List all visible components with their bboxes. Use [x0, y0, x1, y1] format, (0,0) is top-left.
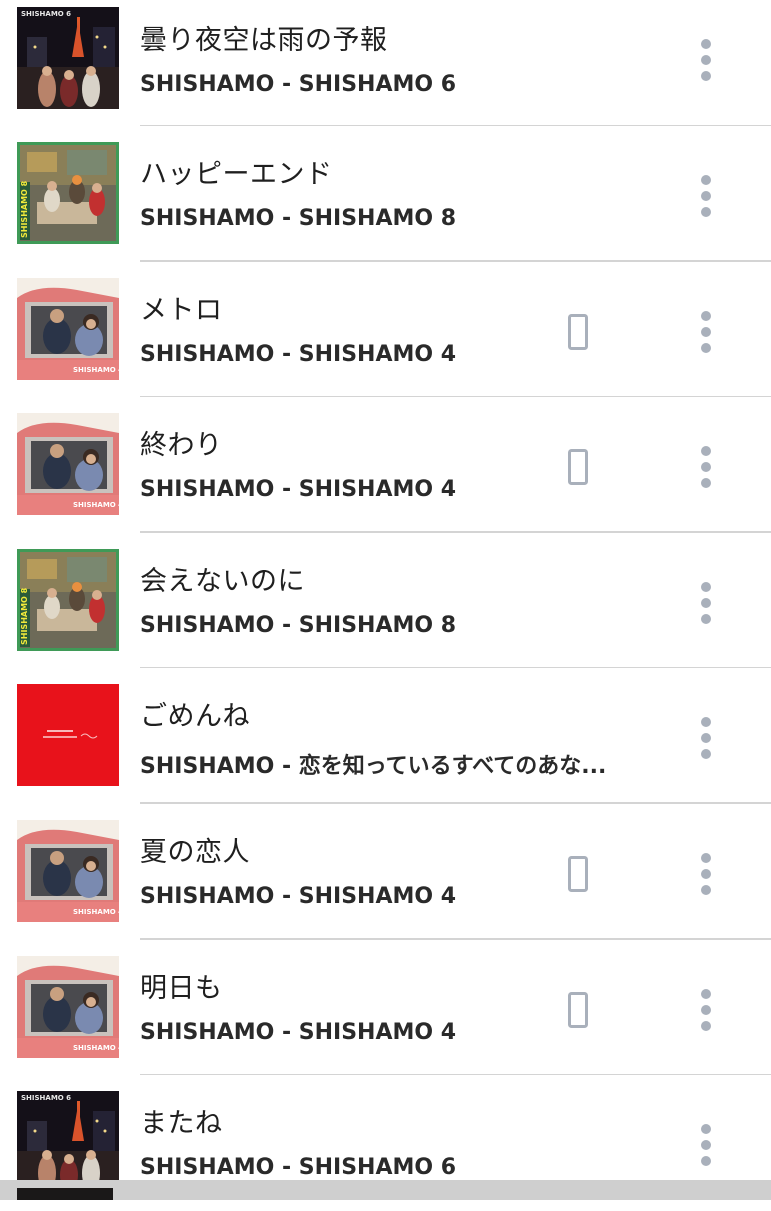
album-art: SHISHAMO 6 — [17, 1091, 119, 1194]
song-row[interactable]: SHISHAMO 4 メトロ SHISHAMO - SHISHAMO 4 — [0, 262, 771, 398]
song-subtitle: SHISHAMO - SHISHAMO 6 — [140, 1155, 457, 1181]
smartphone-icon — [568, 855, 588, 892]
album-art: SHISHAMO 4 — [17, 277, 119, 380]
more-vert-icon[interactable] — [690, 573, 722, 633]
more-vert-icon[interactable] — [690, 302, 722, 362]
more-vert-icon[interactable] — [690, 30, 722, 90]
album-art: SHISHAMO 8 — [17, 548, 119, 651]
svg-text:SHISHAMO 6: SHISHAMO 6 — [21, 1094, 71, 1102]
album-art: SHISHAMO 4 — [17, 413, 119, 516]
song-title: メトロ — [140, 294, 223, 326]
more-vert-icon[interactable] — [690, 708, 722, 768]
album-art: SHISHAMO 4 — [17, 955, 119, 1058]
album-art: SHISHAMO 6 — [17, 7, 119, 109]
song-subtitle: SHISHAMO - SHISHAMO 4 — [140, 477, 457, 503]
more-vert-icon[interactable] — [690, 844, 722, 904]
svg-text:SHISHAMO 4: SHISHAMO 4 — [73, 908, 119, 916]
song-subtitle: SHISHAMO - SHISHAMO 6 — [140, 72, 457, 97]
song-row[interactable]: ごめんね SHISHAMO - 恋を知っているすべてのあな... — [0, 668, 771, 804]
smartphone-icon — [568, 313, 588, 350]
song-row[interactable]: SHISHAMO 4 夏の恋人 SHISHAMO - SHISHAMO 4 — [0, 804, 771, 940]
song-row[interactable]: SHISHAMO 8 ハッピーエンド SHISHAMO - SHISHAMO 8 — [0, 126, 771, 262]
song-title: ごめんね — [140, 701, 250, 733]
smartphone-icon — [568, 449, 588, 486]
song-title: 夏の恋人 — [140, 836, 250, 868]
song-row[interactable]: SHISHAMO 8 会えないのに SHISHAMO - SHISHAMO 8 — [0, 533, 771, 669]
album-art: SHISHAMO 8 — [17, 142, 119, 244]
album-art: SHISHAMO 4 — [17, 819, 119, 922]
album-art — [17, 684, 119, 787]
smartphone-icon — [568, 991, 588, 1028]
song-title: 曇り夜空は雨の予報 — [140, 25, 388, 56]
svg-text:SHISHAMO 8: SHISHAMO 8 — [20, 587, 29, 645]
song-row[interactable]: SHISHAMO 4 明日も SHISHAMO - SHISHAMO 4 — [0, 940, 771, 1076]
song-subtitle: SHISHAMO - SHISHAMO 4 — [140, 1019, 457, 1045]
svg-text:SHISHAMO 4: SHISHAMO 4 — [73, 366, 119, 374]
song-row[interactable]: SHISHAMO 6 曇り夜空は雨の予報 SHISHAMO - SHISHAMO… — [0, 0, 771, 126]
song-title: ハッピーエンド — [140, 159, 333, 190]
svg-text:SHISHAMO 4: SHISHAMO 4 — [73, 501, 119, 509]
song-title: またね — [140, 1108, 223, 1140]
svg-text:SHISHAMO 6: SHISHAMO 6 — [21, 10, 71, 18]
more-vert-icon[interactable] — [690, 166, 722, 226]
mini-player-bar[interactable] — [0, 1180, 771, 1200]
svg-text:SHISHAMO 8: SHISHAMO 8 — [20, 180, 29, 238]
song-list: SHISHAMO 6 曇り夜空は雨の予報 SHISHAMO - SHISHAMO… — [0, 0, 771, 1211]
song-row[interactable]: SHISHAMO 4 終わり SHISHAMO - SHISHAMO 4 — [0, 397, 771, 533]
more-vert-icon[interactable] — [690, 980, 722, 1040]
song-title: 明日も — [140, 972, 223, 1004]
mini-player-album-art — [17, 1188, 113, 1200]
song-subtitle: SHISHAMO - 恋を知っているすべてのあな... — [140, 754, 607, 780]
song-subtitle: SHISHAMO - SHISHAMO 4 — [140, 341, 457, 367]
song-subtitle: SHISHAMO - SHISHAMO 8 — [140, 612, 457, 638]
song-subtitle: SHISHAMO - SHISHAMO 8 — [140, 206, 457, 231]
song-title: 会えないのに — [140, 565, 305, 597]
song-title: 終わり — [140, 430, 223, 462]
more-vert-icon[interactable] — [690, 437, 722, 497]
more-vert-icon[interactable] — [690, 1115, 722, 1175]
song-subtitle: SHISHAMO - SHISHAMO 4 — [140, 883, 457, 909]
svg-text:SHISHAMO 4: SHISHAMO 4 — [73, 1044, 119, 1052]
